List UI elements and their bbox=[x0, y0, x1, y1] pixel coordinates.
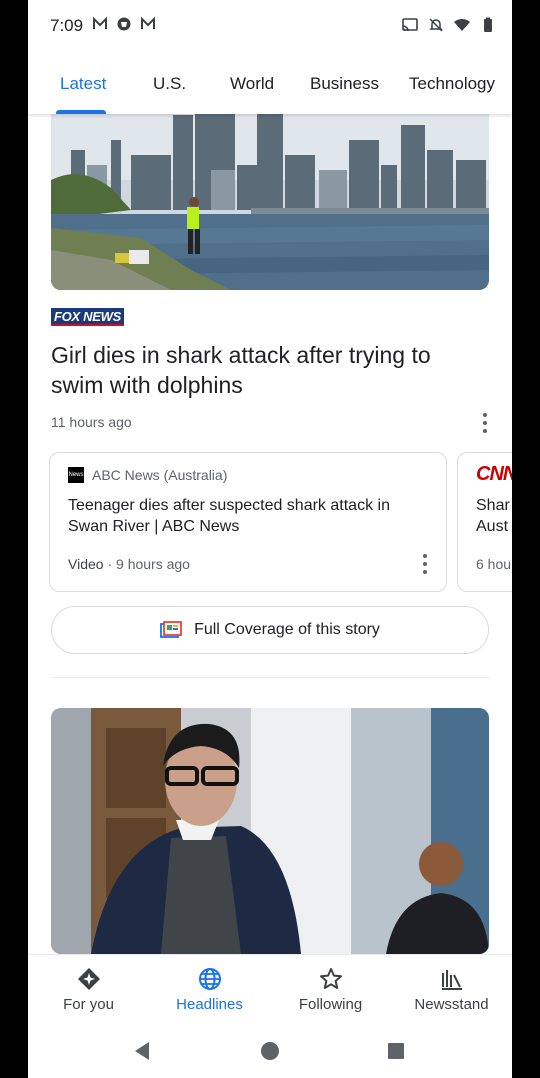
story-image-river-city[interactable] bbox=[51, 114, 489, 290]
tab-business[interactable]: Business bbox=[310, 74, 379, 94]
tab-technology[interactable]: Technology bbox=[409, 74, 495, 94]
for-you-icon bbox=[77, 968, 100, 990]
tab-world[interactable]: World bbox=[230, 74, 274, 94]
card-title: Shar Aust bbox=[476, 497, 510, 535]
nav-label: For you bbox=[63, 996, 114, 1013]
wifi-icon bbox=[454, 18, 470, 31]
fox-news-logo: FOX NEWS bbox=[51, 308, 124, 326]
story-image-courtroom[interactable] bbox=[51, 708, 489, 954]
nav-newsstand[interactable]: Newsstand bbox=[391, 955, 512, 1027]
card-title: Teenager dies after suspected shark atta… bbox=[68, 497, 390, 535]
story-headline[interactable]: Girl dies in shark attack after trying t… bbox=[51, 340, 481, 400]
mute-icon bbox=[429, 18, 443, 32]
nav-label: Headlines bbox=[176, 996, 243, 1013]
back-icon[interactable] bbox=[133, 1041, 151, 1061]
card-type: Video bbox=[68, 556, 104, 572]
full-coverage-label: Full Coverage of this story bbox=[194, 621, 380, 638]
status-bar: 7:09 bbox=[28, 0, 512, 52]
story-timestamp: 11 hours ago bbox=[51, 414, 132, 430]
cast-icon bbox=[402, 18, 418, 32]
card-time: 6 hou bbox=[476, 556, 512, 572]
status-time: 7:09 bbox=[50, 16, 84, 35]
shield-icon bbox=[117, 17, 131, 31]
courtroom-photo bbox=[51, 708, 489, 954]
nav-label: Newsstand bbox=[414, 996, 489, 1013]
section-tabs: Latest U.S. World Business Technology bbox=[28, 52, 512, 114]
recents-icon[interactable] bbox=[387, 1042, 405, 1060]
related-story-card[interactable]: CNN Shar Aust 6 hou bbox=[457, 452, 512, 592]
nav-following[interactable]: Following bbox=[270, 955, 391, 1027]
gmail-icon bbox=[141, 16, 155, 29]
abc-news-icon: News bbox=[68, 467, 84, 483]
news-feed[interactable]: FOX NEWS Girl dies in shark attack after… bbox=[28, 114, 512, 954]
news-app-screen: 7:09 Latest U.S. World Business Technolo… bbox=[28, 0, 512, 1078]
newsstand-icon bbox=[441, 970, 462, 990]
tab-us[interactable]: U.S. bbox=[153, 74, 186, 94]
globe-icon bbox=[198, 968, 221, 990]
nav-headlines[interactable]: Headlines bbox=[149, 955, 270, 1027]
story-divider bbox=[51, 677, 489, 678]
full-coverage-icon bbox=[160, 621, 182, 638]
battery-icon bbox=[484, 17, 492, 32]
star-icon bbox=[319, 968, 342, 989]
home-icon[interactable] bbox=[260, 1041, 280, 1061]
more-options-icon[interactable] bbox=[480, 412, 490, 434]
gmail-icon bbox=[93, 16, 107, 29]
publisher-logo-fox-news[interactable]: FOX NEWS bbox=[51, 308, 124, 326]
nav-label: Following bbox=[298, 996, 363, 1013]
active-tab-indicator bbox=[56, 110, 106, 114]
more-options-icon[interactable] bbox=[420, 553, 430, 575]
nav-for-you[interactable]: For you bbox=[28, 955, 149, 1027]
river-city-photo bbox=[51, 114, 489, 290]
card-publisher: ABC News (Australia) bbox=[92, 467, 228, 483]
bottom-navigation: For you Headlines Following Newsstand bbox=[28, 954, 512, 1027]
tab-latest[interactable]: Latest bbox=[60, 74, 106, 94]
cnn-logo: CNN bbox=[476, 463, 512, 485]
related-story-card[interactable]: News ABC News (Australia) Teenager dies … bbox=[49, 452, 447, 592]
card-time: 9 hours ago bbox=[116, 556, 190, 572]
system-navigation-bar bbox=[28, 1026, 512, 1078]
full-coverage-button[interactable]: Full Coverage of this story bbox=[51, 606, 489, 654]
